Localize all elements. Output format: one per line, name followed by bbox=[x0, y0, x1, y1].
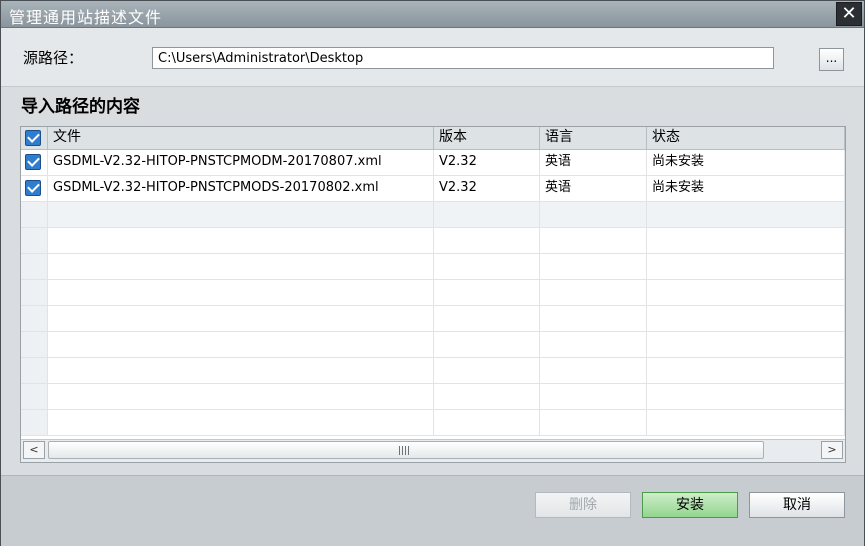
header-checkbox-cell[interactable] bbox=[21, 127, 48, 149]
grip-icon bbox=[399, 446, 409, 455]
table-body: GSDML-V2.32-HITOP-PNSTCPMODM-20170807.xm… bbox=[21, 150, 845, 436]
file-name-cell: GSDML-V2.32-HITOP-PNSTCPMODM-20170807.xm… bbox=[48, 150, 434, 175]
language-cell: 英语 bbox=[540, 176, 647, 201]
table-row[interactable]: GSDML-V2.32-HITOP-PNSTCPMODM-20170807.xm… bbox=[21, 150, 845, 176]
status-cell: 尚未安装 bbox=[647, 176, 845, 201]
row-checkbox-cell[interactable] bbox=[21, 150, 48, 175]
column-header-language[interactable]: 语言 bbox=[540, 127, 647, 149]
source-path-label: 源路径： bbox=[23, 49, 84, 67]
delete-button[interactable]: 删除 bbox=[535, 492, 631, 518]
version-cell: V2.32 bbox=[434, 176, 540, 201]
table-header: 文件 版本 语言 状态 bbox=[21, 127, 845, 150]
horizontal-scrollbar[interactable]: < > bbox=[21, 439, 845, 462]
install-button[interactable]: 安装 bbox=[642, 492, 738, 518]
source-path-panel: 源路径： ... bbox=[1, 28, 864, 87]
close-button[interactable]: ✕ bbox=[836, 2, 862, 26]
row-checkbox[interactable] bbox=[25, 180, 41, 196]
row-checkbox[interactable] bbox=[25, 154, 41, 170]
empty-row bbox=[21, 202, 845, 228]
scroll-right-button[interactable]: > bbox=[821, 441, 843, 459]
table-row[interactable]: GSDML-V2.32-HITOP-PNSTCPMODS-20170802.xm… bbox=[21, 176, 845, 202]
source-path-input[interactable] bbox=[152, 47, 774, 69]
content-section-title: 导入路径的内容 bbox=[21, 97, 140, 117]
empty-row bbox=[21, 280, 845, 306]
browse-button[interactable]: ... bbox=[819, 48, 844, 71]
empty-row bbox=[21, 384, 845, 410]
empty-row bbox=[21, 332, 845, 358]
empty-row bbox=[21, 254, 845, 280]
column-header-version[interactable]: 版本 bbox=[434, 127, 540, 149]
dialog-window: 管理通用站描述文件 ✕ 源路径： ... 导入路径的内容 文件 版本 语言 状态… bbox=[0, 0, 865, 546]
scrollbar-thumb[interactable] bbox=[48, 441, 764, 459]
row-checkbox-cell[interactable] bbox=[21, 176, 48, 201]
status-cell: 尚未安装 bbox=[647, 150, 845, 175]
empty-row bbox=[21, 306, 845, 332]
window-title: 管理通用站描述文件 bbox=[9, 8, 163, 27]
file-name-cell: GSDML-V2.32-HITOP-PNSTCPMODS-20170802.xm… bbox=[48, 176, 434, 201]
column-header-file[interactable]: 文件 bbox=[48, 127, 434, 149]
scroll-left-button[interactable]: < bbox=[23, 441, 45, 459]
select-all-checkbox[interactable] bbox=[25, 130, 41, 146]
close-icon: ✕ bbox=[841, 3, 857, 24]
file-table: 文件 版本 语言 状态 GSDML-V2.32-HITOP-PNSTCPMODM… bbox=[20, 126, 846, 463]
language-cell: 英语 bbox=[540, 150, 647, 175]
empty-row bbox=[21, 358, 845, 384]
column-header-status[interactable]: 状态 bbox=[647, 127, 845, 149]
empty-row bbox=[21, 410, 845, 436]
button-bar: 删除 安装 取消 bbox=[1, 475, 864, 546]
title-bar[interactable]: 管理通用站描述文件 ✕ bbox=[1, 1, 864, 28]
version-cell: V2.32 bbox=[434, 150, 540, 175]
empty-row bbox=[21, 228, 845, 254]
cancel-button[interactable]: 取消 bbox=[749, 492, 845, 518]
chevron-right-icon: > bbox=[827, 443, 837, 456]
chevron-left-icon: < bbox=[29, 443, 39, 456]
